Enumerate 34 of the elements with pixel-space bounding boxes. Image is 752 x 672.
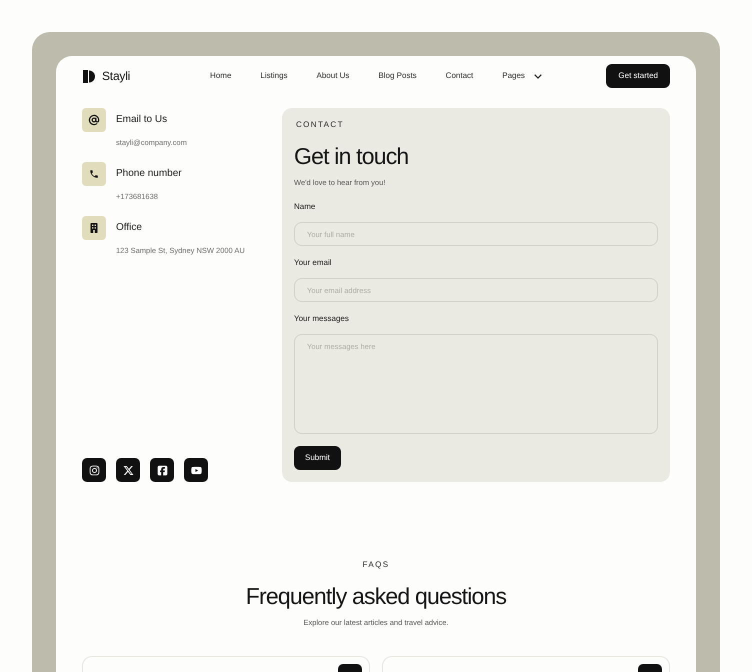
faq-toggle-button[interactable] <box>338 664 362 672</box>
building-icon <box>82 216 106 240</box>
social-link[interactable] <box>116 458 140 482</box>
faq-toggle-button[interactable] <box>638 664 662 672</box>
at-sign-icon <box>82 108 106 132</box>
phone-icon <box>82 162 106 186</box>
nav-link[interactable]: Blog Posts <box>378 71 417 81</box>
contact-title: Office <box>116 222 142 234</box>
field-label: Your messages <box>294 313 350 325</box>
f-letter-icon <box>156 464 168 476</box>
contact-title: Phone number <box>116 168 182 180</box>
section-label: FAQS <box>362 560 390 570</box>
logo-icon <box>83 70 95 82</box>
nav-link[interactable]: About Us <box>316 71 350 81</box>
nav-link[interactable]: Listings <box>260 71 288 81</box>
play-icon <box>190 464 202 476</box>
section-label: CONTACT <box>296 120 345 130</box>
field-label: Your email <box>294 257 333 269</box>
camera-icon <box>88 464 100 476</box>
form-heading: Get in touch <box>294 142 410 170</box>
submit-button[interactable]: Submit <box>294 446 341 470</box>
faq-heading: Frequently asked questions <box>244 582 508 610</box>
chevron-down-icon <box>534 74 542 78</box>
social-link[interactable] <box>150 458 174 482</box>
get-started-button[interactable]: Get started <box>606 64 670 88</box>
contact-title: Email to Us <box>116 114 168 126</box>
x-mark-icon <box>122 464 134 476</box>
social-link[interactable] <box>82 458 106 482</box>
social-link[interactable] <box>184 458 208 482</box>
nav-link[interactable]: Home <box>210 71 232 81</box>
brand-name: Stayli <box>102 69 130 83</box>
field-label: Name <box>294 201 316 213</box>
nav-link[interactable]: Contact <box>446 71 474 81</box>
nav-menu-link[interactable]: Pages <box>502 71 542 81</box>
